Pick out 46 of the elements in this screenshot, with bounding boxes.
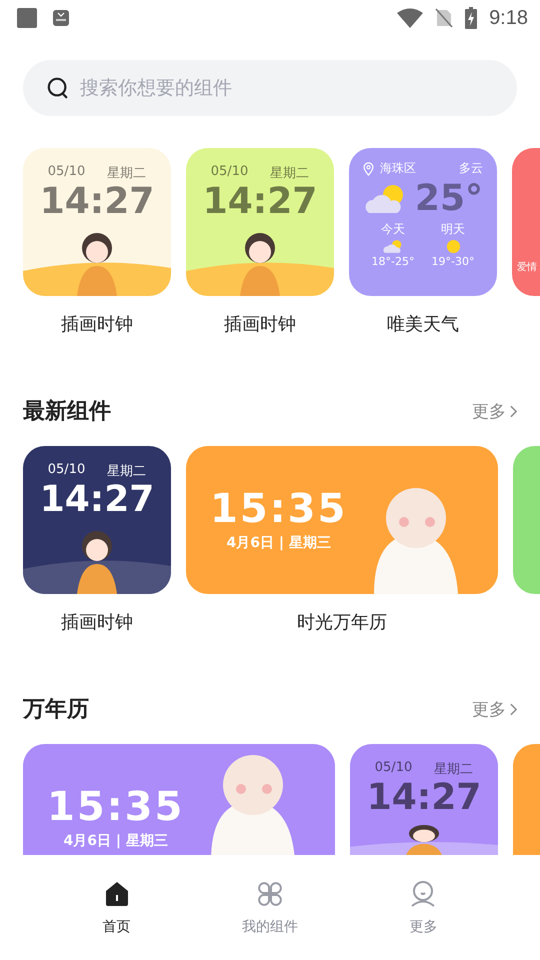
widget-name: 插画时钟 — [224, 313, 296, 336]
time-text: 14:27 — [40, 480, 154, 520]
search-field[interactable]: 搜索你想要的组件 — [23, 60, 517, 116]
time-text: 15:35 — [210, 486, 348, 532]
widget-name: 插画时钟 — [61, 611, 133, 634]
widget-card[interactable]: 海珠区 多云 25° 今天 18°-25° 明天 19°-30° — [349, 148, 497, 296]
nav-tab[interactable]: 首页 — [62, 880, 172, 936]
widget-title-text: 爱情 — [517, 260, 537, 274]
clock-time: 9:18 — [489, 6, 528, 30]
more-link[interactable]: 更多 — [472, 698, 517, 720]
weekday-text: 星期二 — [434, 761, 474, 778]
section-title: 最新组件 — [23, 398, 111, 426]
time-text: 14:27 — [366, 778, 482, 818]
weekday-text: 星期二 — [107, 463, 146, 480]
temperature-range-text: 18°-25° — [372, 255, 414, 268]
nav-tab[interactable]: 更多 — [368, 880, 478, 936]
widget-card[interactable]: 05/10 星期二 14:27 — [186, 148, 334, 296]
temperature-range-text: 19°-30° — [432, 255, 474, 268]
section-title: 万年历 — [23, 696, 89, 724]
time-text: 14:27 — [40, 182, 154, 222]
date-text: 05/10 — [48, 462, 86, 479]
widget-card[interactable]: 15:35 4月6日 | 星期三 — [23, 744, 335, 855]
time-text: 15:35 — [47, 784, 184, 830]
widget-card[interactable]: 05/10 星期二 14:27 — [23, 446, 171, 594]
widget-name: 唯美天气 — [387, 313, 459, 336]
nav-tab[interactable]: 我的组件 — [214, 880, 325, 936]
day-text: 明天 — [441, 221, 465, 238]
date-text: 4月6日 | 星期三 — [226, 534, 331, 552]
more-link[interactable]: 更多 — [472, 400, 517, 422]
location-text: 海珠区 — [380, 160, 416, 177]
weekday-text: 星期二 — [270, 165, 310, 182]
date-text: 05/10 — [210, 164, 248, 181]
time-text: 14:27 — [202, 182, 318, 222]
widget-name: 时光万年历 — [297, 611, 387, 634]
day-text: 今天 — [381, 221, 405, 238]
widget-card[interactable]: 15:35 4月6日 | 星期三 — [186, 446, 498, 594]
widget-card[interactable]: 爱情 — [512, 148, 540, 296]
date-text: 05/10 — [48, 164, 86, 181]
weekday-text: 星期二 — [107, 165, 146, 182]
condition-text: 多云 — [459, 160, 483, 177]
widget-name: 插画时钟 — [61, 313, 133, 336]
temperature-text: 25° — [414, 177, 483, 221]
widget-card[interactable]: 05/10 星期二 14:27 — [23, 148, 171, 296]
date-text: 4月6日 | 星期三 — [63, 832, 168, 850]
widget-card[interactable]: 05/10 星期二 14:27 — [350, 744, 498, 855]
date-text: 05/10 — [374, 760, 412, 777]
